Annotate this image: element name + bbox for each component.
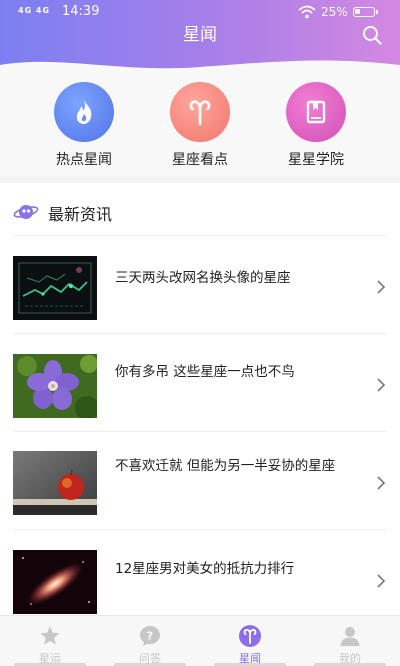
status-time: 14:39 (62, 4, 100, 19)
quick-link-hot-news[interactable]: 热点星闻 (34, 82, 134, 169)
battery-icon (353, 7, 378, 17)
divider (13, 235, 387, 236)
signal-indicator: 4G 4G (18, 6, 51, 15)
divider (13, 333, 387, 334)
header-wave (0, 60, 400, 71)
quick-link-label: 热点星闻 (56, 152, 112, 168)
news-header: 最新资讯 (0, 183, 400, 235)
news-item-title: 12星座男对美女的抵抗力排行 (115, 561, 295, 577)
quick-link-label: 星星学院 (288, 152, 344, 168)
quick-link-academy[interactable]: 星星学院 (266, 82, 366, 169)
circuit-art-thumbnail (13, 256, 97, 320)
aries-icon (239, 625, 261, 647)
book-icon (286, 82, 346, 142)
chevron-right-icon (377, 574, 386, 588)
divider (13, 529, 387, 530)
chevron-right-icon (377, 280, 386, 294)
news-item-title: 三天两头改网名换头像的星座 (115, 270, 291, 286)
news-item[interactable]: 你有多吊 这些星座一点也不鸟 (0, 333, 400, 431)
user-icon (340, 627, 360, 646)
galaxy-thumbnail (13, 550, 97, 614)
news-item[interactable]: 三天两头改网名换头像的星座 (0, 235, 400, 333)
flame-icon (54, 82, 114, 142)
purple-flower-thumbnail (13, 354, 97, 418)
news-item[interactable]: 12星座男对美女的抵抗力排行 (0, 529, 400, 615)
news-item-title: 不喜欢迁就 但能为另一半妥协的星座 (115, 458, 336, 474)
wifi-icon (298, 5, 316, 19)
news-section: 最新资讯 三天两头改网名换头像的星座 你有多吊 这些星座一点也不鸟 不喜欢迁就 … (0, 183, 400, 615)
svg-text:?: ? (147, 630, 153, 643)
chevron-right-icon (377, 378, 386, 392)
chevron-right-icon (377, 476, 386, 490)
tab-qa[interactable]: ? 问答 (100, 616, 200, 666)
aries-icon (170, 82, 230, 142)
quick-link-zodiac[interactable]: 星座看点 (150, 82, 250, 169)
news-item[interactable]: 不喜欢迁就 但能为另一半妥协的星座 (0, 431, 400, 529)
tab-fortune[interactable]: 星运 (0, 616, 100, 666)
battery-percent: 25% (321, 5, 348, 19)
status-bar: 4G 4G 14:39 25% (0, 0, 400, 24)
planet-icon (13, 205, 39, 219)
search-icon[interactable] (361, 24, 383, 46)
tab-news[interactable]: 星闻 (200, 616, 300, 666)
question-icon: ? (140, 626, 160, 646)
header: 4G 4G 14:39 25% 星闻 (0, 0, 400, 71)
quick-links: 热点星闻 星座看点 星星学院 (0, 70, 400, 176)
news-section-title: 最新资讯 (48, 205, 113, 224)
star-icon (40, 626, 60, 645)
apple-on-books-thumbnail (13, 451, 97, 515)
tab-mine[interactable]: 我的 (300, 616, 400, 666)
tab-bar: 星运 ? 问答 星闻 我的 (0, 615, 400, 666)
divider (13, 431, 387, 432)
quick-link-label: 星座看点 (172, 152, 228, 168)
page-title: 星闻 (183, 25, 217, 45)
news-item-title: 你有多吊 这些星座一点也不鸟 (115, 364, 295, 380)
